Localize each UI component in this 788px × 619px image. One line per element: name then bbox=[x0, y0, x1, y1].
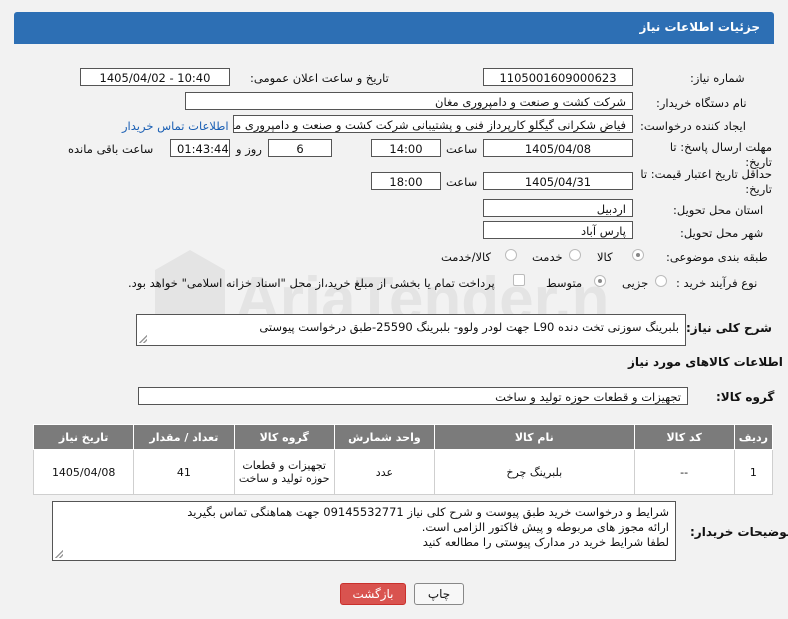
col-code: کد کالا bbox=[633, 424, 735, 450]
requester-field[interactable]: فیاض شکرانی گیگلو کارپرداز فنی و پشتیبان… bbox=[233, 115, 633, 133]
buyer-org-label: نام دستگاه خریدار: bbox=[656, 96, 747, 110]
table-row[interactable]: 1 -- بلبرینگ چرخ عدد تجهیزات و قطعات حوز… bbox=[32, 449, 774, 495]
category-option-service: خدمت bbox=[532, 250, 563, 264]
announce-label: تاریخ و ساعت اعلان عمومی: bbox=[250, 71, 389, 85]
process-label: نوع فرآیند خرید : bbox=[676, 276, 758, 290]
cell-row: 1 bbox=[733, 449, 774, 495]
city-field[interactable]: پارس آباد bbox=[483, 221, 633, 239]
cell-date: 1405/04/08 bbox=[32, 449, 135, 495]
col-row: ردیف bbox=[733, 424, 774, 450]
announce-field[interactable]: 1405/04/02 - 10:40 bbox=[80, 68, 230, 86]
days-field[interactable]: 6 bbox=[268, 139, 332, 157]
category-label: طبقه بندی موضوعی: bbox=[666, 250, 768, 264]
items-table: ردیف کد کالا نام کالا واحد شمارش گروه کا… bbox=[32, 424, 774, 495]
category-radio-service[interactable] bbox=[569, 249, 581, 261]
process-radio-partial[interactable] bbox=[655, 275, 667, 287]
col-date: تاریخ نیاز bbox=[32, 424, 135, 450]
cell-quantity: 41 bbox=[133, 449, 235, 495]
requester-label: ایجاد کننده درخواست: bbox=[640, 119, 746, 133]
province-field[interactable]: اردبیل bbox=[483, 199, 633, 217]
category-radio-goods-service[interactable] bbox=[505, 249, 517, 261]
col-unit: واحد شمارش bbox=[333, 424, 436, 450]
cell-unit: عدد bbox=[333, 449, 436, 495]
cell-code: -- bbox=[633, 449, 735, 495]
process-option-medium: متوسط bbox=[546, 276, 583, 290]
print-button[interactable]: چاپ bbox=[414, 583, 464, 605]
cell-name: بلبرینگ چرخ bbox=[434, 449, 635, 495]
table-header-row: ردیف کد کالا نام کالا واحد شمارش گروه کا… bbox=[32, 424, 774, 450]
col-group: گروه کالا bbox=[233, 424, 335, 450]
need-number-field[interactable]: 1105001609000623 bbox=[483, 68, 633, 86]
goods-info-title: اطلاعات کالاهای مورد نیاز bbox=[628, 355, 783, 369]
deadline-hour-label: ساعت bbox=[446, 142, 478, 156]
col-name: نام کالا bbox=[434, 424, 635, 450]
payment-note: پرداخت تمام یا بخشی از مبلغ خرید،از محل … bbox=[128, 276, 495, 290]
buyer-notes-line-1: شرایط و درخواست خرید طبق پیوست و شرح کلی… bbox=[187, 505, 669, 519]
back-button[interactable]: بازگشت bbox=[340, 583, 406, 605]
goods-group-label: گروه کالا: bbox=[716, 390, 775, 404]
buyer-contact-link[interactable]: اطلاعات تماس خریدار bbox=[122, 119, 229, 133]
deadline-hour-field[interactable]: 14:00 bbox=[371, 139, 441, 157]
description-label: شرح کلی نیاز: bbox=[686, 321, 772, 335]
cell-group: تجهیزات و قطعات حوزه تولید و ساخت bbox=[233, 449, 335, 495]
goods-group-field[interactable]: تجهیزات و قطعات حوزه تولید و ساخت bbox=[138, 387, 688, 405]
resize-grip-icon[interactable] bbox=[55, 550, 63, 558]
price-validity-label: حداقل تاریخ اعتبار قیمت: تا تاریخ: bbox=[640, 167, 772, 196]
price-validity-hour-field[interactable]: 18:00 bbox=[371, 172, 441, 190]
need-number-label: شماره نیاز: bbox=[690, 71, 745, 85]
description-textarea[interactable]: بلبرینگ سوزنی تخت دنده L90 جهت لودر ولوو… bbox=[136, 314, 686, 346]
days-label: روز و bbox=[236, 142, 262, 156]
remaining-time-field[interactable]: 01:43:44 bbox=[170, 139, 230, 157]
resize-grip-icon[interactable] bbox=[139, 335, 147, 343]
page-header: جزئیات اطلاعات نیاز bbox=[14, 12, 774, 44]
city-label: شهر محل تحویل: bbox=[680, 226, 764, 240]
buyer-notes-textarea[interactable]: شرایط و درخواست خرید طبق پیوست و شرح کلی… bbox=[52, 501, 676, 561]
province-label: استان محل تحویل: bbox=[673, 203, 764, 217]
deadline-label: مهلت ارسال پاسخ: تا تاریخ: bbox=[669, 140, 772, 169]
category-radio-goods[interactable] bbox=[632, 249, 644, 261]
buyer-notes-line-2: ارائه مجوز های مربوطه و پیش فاکتور الزام… bbox=[421, 520, 669, 534]
process-radio-medium[interactable] bbox=[594, 275, 606, 287]
treasury-payment-checkbox[interactable] bbox=[513, 274, 525, 286]
process-option-partial: جزیی bbox=[622, 276, 649, 290]
deadline-date-field[interactable]: 1405/04/08 bbox=[483, 139, 633, 157]
category-option-goods: کالا bbox=[597, 250, 613, 264]
buyer-notes-line-3: لطفا شرایط خرید در مدارک پیوستی را مطالع… bbox=[422, 535, 669, 549]
category-option-goods-service: کالا/خدمت bbox=[441, 250, 492, 264]
remaining-label: ساعت باقی مانده bbox=[68, 142, 154, 156]
col-quantity: تعداد / مقدار bbox=[133, 424, 235, 450]
buyer-org-field[interactable]: شرکت کشت و صنعت و دامپروری مغان bbox=[185, 92, 633, 110]
price-validity-hour-label: ساعت bbox=[446, 175, 478, 189]
description-text: بلبرینگ سوزنی تخت دنده L90 جهت لودر ولوو… bbox=[259, 320, 679, 334]
buyer-notes-label: توضیحات خریدار: bbox=[690, 525, 788, 539]
price-validity-date-field[interactable]: 1405/04/31 bbox=[483, 172, 633, 190]
